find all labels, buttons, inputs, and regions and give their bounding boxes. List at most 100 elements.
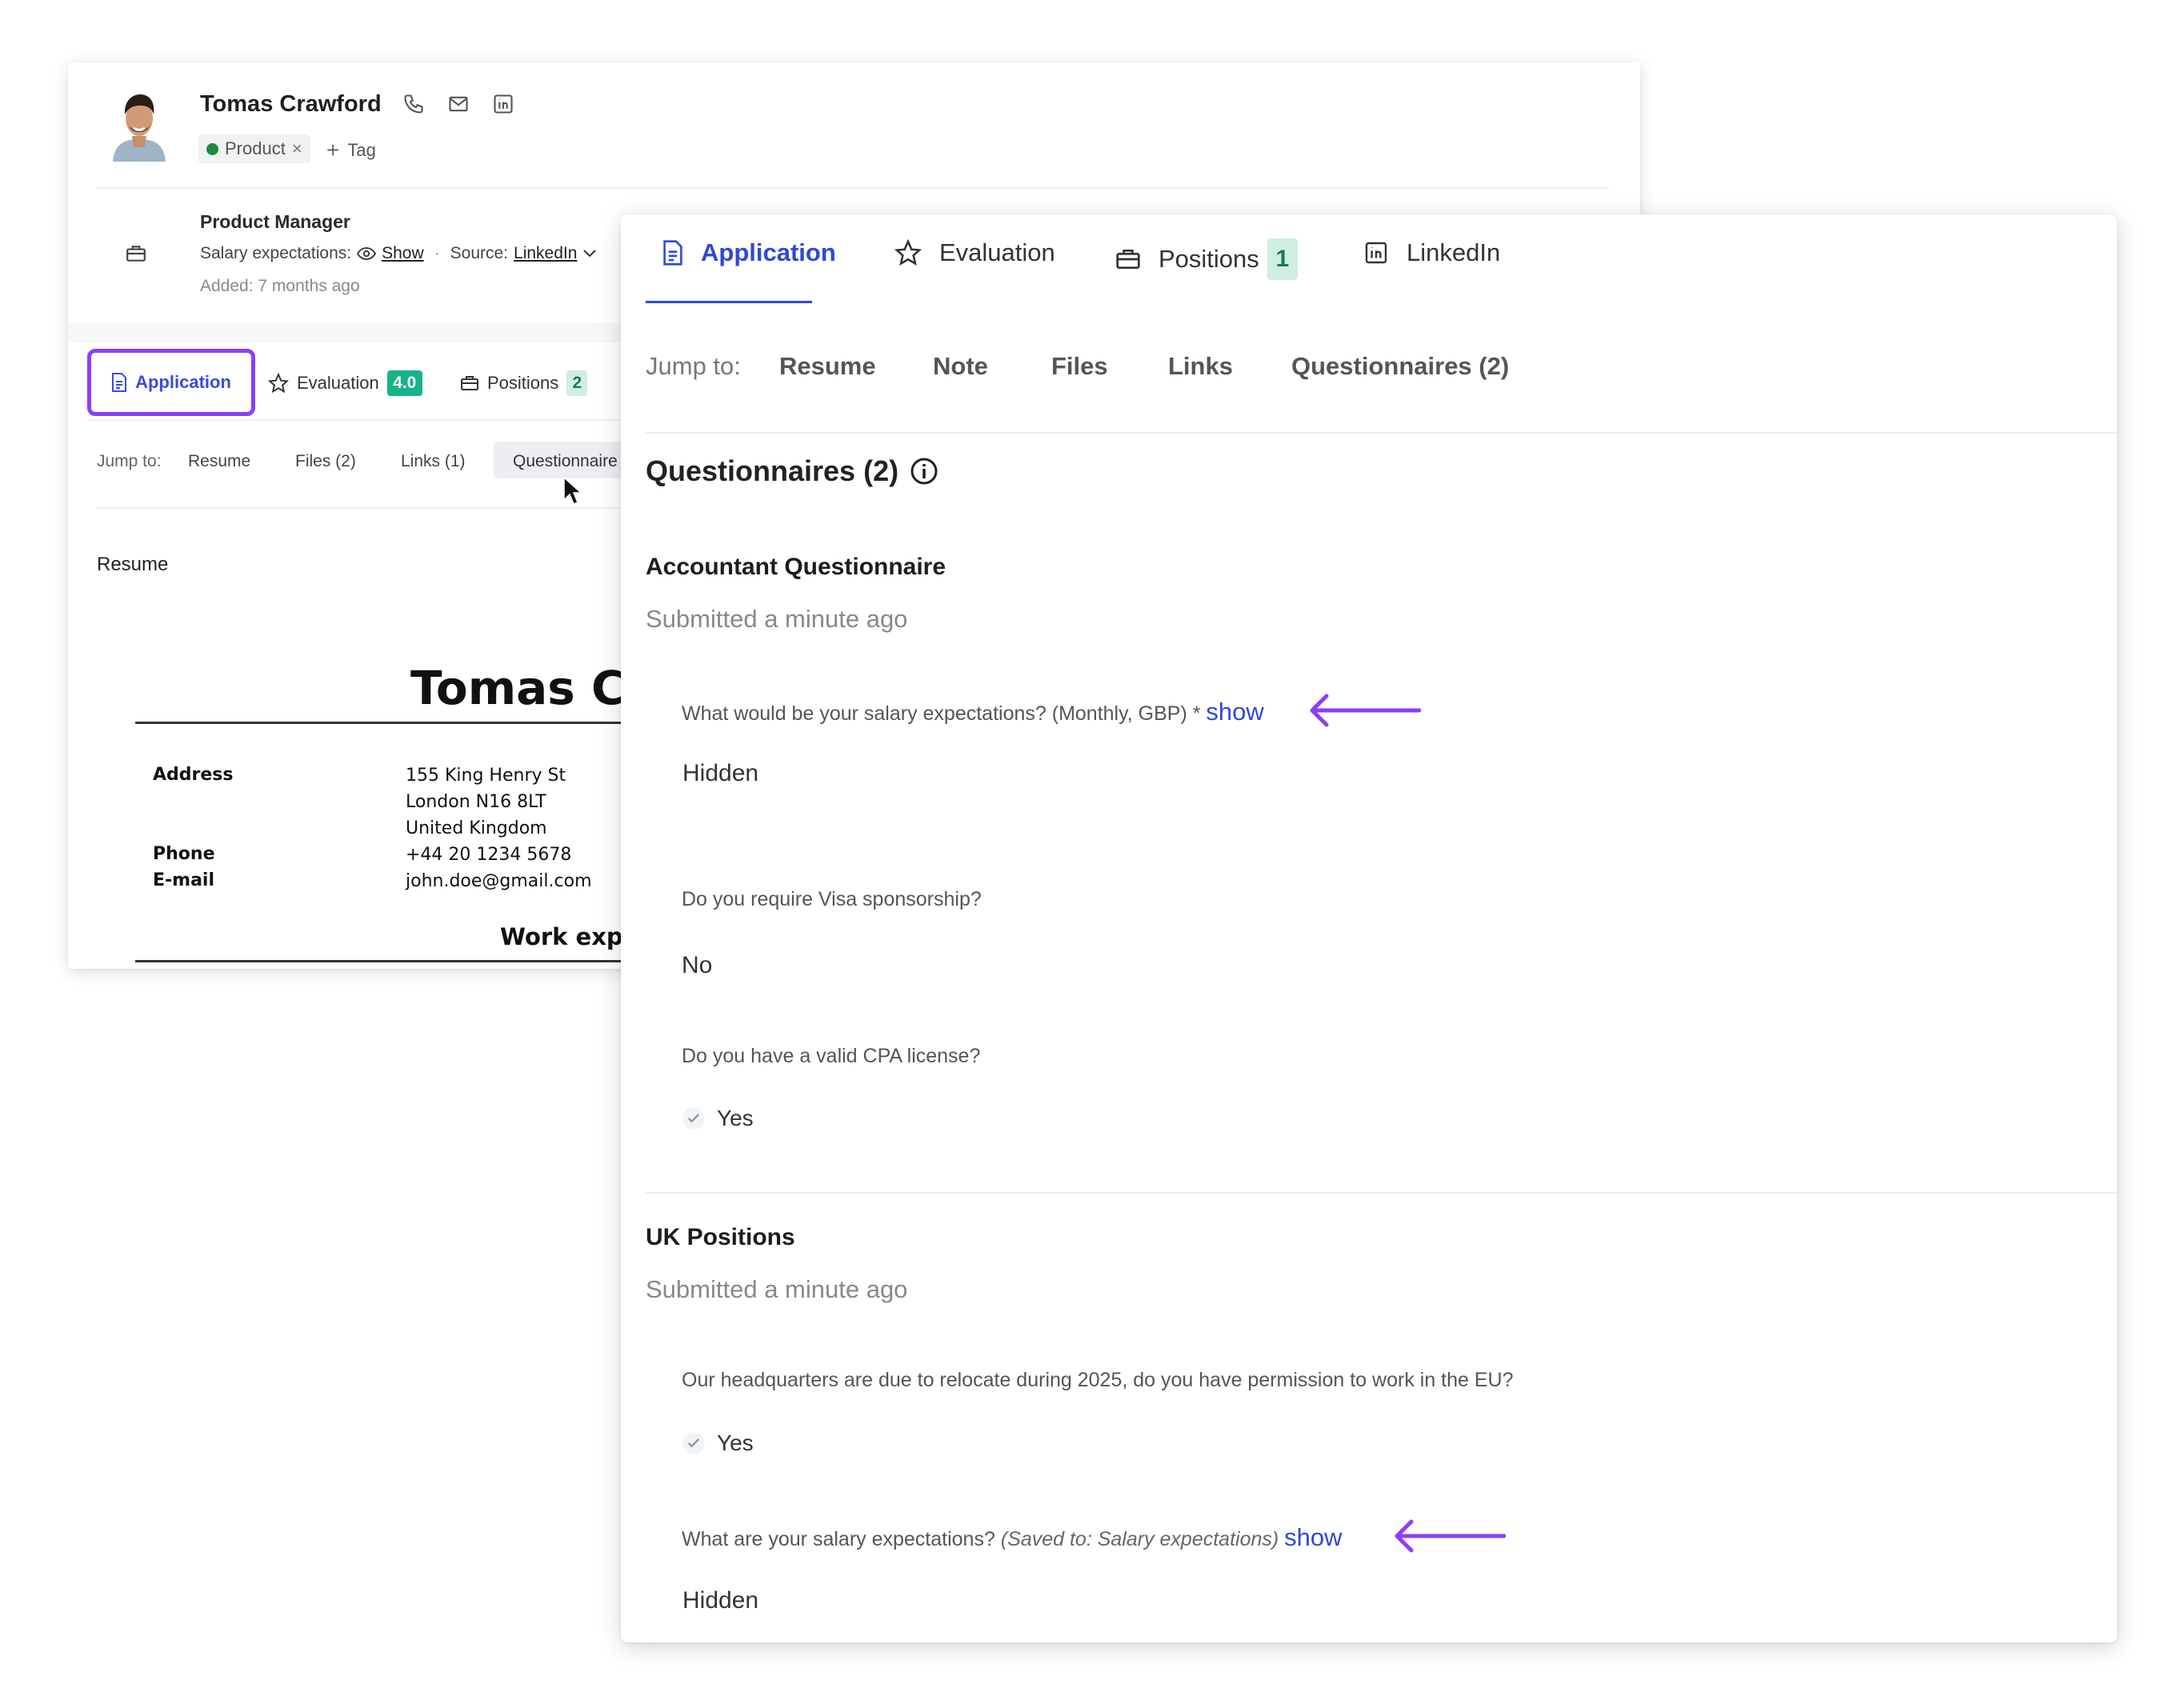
answer-eu-permission: Yes: [682, 1430, 754, 1456]
cv-address-line: 155 King Henry St: [406, 766, 566, 786]
tab-label: Application: [701, 238, 836, 266]
answer-salary-hidden: Hidden: [682, 760, 759, 786]
jump-links-link[interactable]: Links: [1168, 352, 1233, 381]
star-icon: [894, 239, 922, 266]
tab-label: LinkedIn: [1407, 238, 1501, 266]
active-tab-underline: [646, 301, 812, 303]
question-eu-permission: Our headquarters are due to relocate dur…: [682, 1369, 1514, 1391]
answer-salary-hidden: Hidden: [682, 1587, 759, 1614]
application-detail-card: Application Evaluation Positions 1 Linke…: [621, 214, 2117, 1642]
tab-application[interactable]: Application: [662, 238, 836, 267]
salary-show-link[interactable]: show: [1284, 1523, 1342, 1551]
answer-visa: No: [682, 952, 713, 978]
cv-candidate-name: Tomas Cr: [410, 661, 649, 715]
salary-show-link[interactable]: show: [1206, 698, 1263, 726]
arrow-left-icon: [1395, 1519, 1506, 1553]
divider: [97, 187, 1609, 189]
tab-label: Positions: [1159, 245, 1259, 273]
phone-icon[interactable]: [402, 93, 425, 115]
add-tag-label: Tag: [347, 140, 376, 160]
chevron-down-icon[interactable]: [582, 249, 597, 258]
jump-resume-link[interactable]: Resume: [188, 452, 250, 471]
eye-icon: [357, 247, 377, 260]
tab-label: Positions: [487, 373, 559, 393]
answer-text: Yes: [717, 1106, 754, 1130]
separator-dot: ·: [434, 244, 440, 262]
document-icon: [111, 373, 127, 392]
tag-chip-product[interactable]: Product ×: [198, 134, 310, 163]
cv-address-line: United Kingdom: [406, 818, 547, 838]
positions-count-badge: 2: [566, 370, 588, 396]
linkedin-icon: [1363, 240, 1389, 266]
accountant-questionnaire-title: Accountant Questionnaire: [646, 554, 946, 580]
cv-work-heading: Work expe: [500, 923, 639, 950]
info-icon[interactable]: [910, 457, 938, 486]
cv-address-line: London N16 8LT: [406, 792, 546, 812]
tab-label: Evaluation: [297, 373, 379, 393]
question-text: What are your salary expectations?: [682, 1528, 995, 1550]
source-link[interactable]: LinkedIn: [514, 244, 577, 263]
question-salary: What would be your salary expectations? …: [682, 698, 1264, 726]
uk-positions-title: UK Positions: [646, 1224, 795, 1250]
uk-submitted: Submitted a minute ago: [646, 1275, 908, 1303]
jump-questionnaires-link[interactable]: Questionnaires (2): [1291, 352, 1509, 381]
tab-label: Evaluation: [939, 238, 1055, 266]
check-icon: [682, 1431, 706, 1455]
add-tag-button[interactable]: + Tag: [326, 138, 376, 163]
jump-note-link[interactable]: Note: [933, 352, 988, 381]
questionnaires-title: Questionnaires (2): [646, 454, 899, 487]
tab-evaluation[interactable]: Evaluation 4.0: [268, 370, 422, 396]
source-label: Source:: [450, 244, 509, 262]
answer-text: Yes: [717, 1430, 754, 1455]
tab-application-highlighted[interactable]: Application: [87, 349, 255, 416]
cv-email: john.doe@gmail.com: [406, 871, 592, 891]
linkedin-icon[interactable]: [492, 93, 514, 115]
accountant-submitted: Submitted a minute ago: [646, 605, 908, 633]
check-icon: [682, 1106, 706, 1130]
divider: [646, 1192, 2117, 1194]
avatar: [110, 88, 169, 162]
tab-label: Application: [135, 372, 231, 392]
candidate-name: Tomas Crawford: [200, 91, 382, 117]
briefcase-icon: [1115, 247, 1141, 271]
divider: [646, 432, 2117, 434]
jump-to-label: Jump to:: [646, 352, 741, 380]
cv-phone-label: Phone: [153, 844, 215, 864]
arrow-left-icon: [1310, 694, 1421, 727]
tab-evaluation[interactable]: Evaluation: [894, 238, 1055, 267]
mail-icon[interactable]: [447, 93, 470, 115]
resume-heading: Resume: [97, 554, 169, 575]
jump-files-link[interactable]: Files (2): [295, 452, 356, 471]
jump-questionnaire-label: Questionnaire: [513, 452, 618, 470]
plus-icon: +: [326, 138, 340, 162]
questionnaires-heading: Questionnaires (2): [646, 454, 938, 488]
star-icon: [268, 373, 289, 394]
jump-links-link[interactable]: Links (1): [401, 452, 466, 471]
positions-count-badge: 1: [1267, 238, 1298, 280]
salary-label: Salary expectations:: [200, 244, 352, 262]
status-dot: [206, 142, 218, 155]
cv-address-label: Address: [153, 765, 234, 785]
added-date: Added: 7 months ago: [200, 277, 360, 295]
question-visa: Do you require Visa sponsorship?: [682, 888, 982, 910]
document-icon: [662, 240, 683, 266]
tab-linkedin[interactable]: LinkedIn: [1363, 238, 1500, 267]
cv-phone: +44 20 1234 5678: [406, 845, 572, 865]
question-text: What would be your salary expectations? …: [682, 702, 1201, 725]
tab-positions[interactable]: Positions 2: [460, 370, 588, 396]
candidate-role: Product Manager: [200, 211, 350, 232]
mouse-cursor-icon: [562, 476, 582, 506]
saved-to-note: (Saved to: Salary expectations): [1000, 1528, 1279, 1550]
cv-email-label: E-mail: [153, 870, 215, 890]
question-cpa: Do you have a valid CPA license?: [682, 1045, 981, 1067]
tab-positions[interactable]: Positions 1: [1115, 238, 1298, 280]
question-salary-saved: What are your salary expectations? (Save…: [682, 1523, 1343, 1552]
cv-address: 155 King Henry St London N16 8LT United …: [406, 762, 566, 842]
remove-tag-icon[interactable]: ×: [292, 138, 302, 159]
salary-source-row: Salary expectations: Show · Source: Link…: [200, 244, 597, 263]
tag-label: Product: [225, 138, 286, 158]
salary-show-link[interactable]: Show: [382, 244, 424, 263]
jump-files-link[interactable]: Files: [1051, 352, 1108, 381]
briefcase-icon: [126, 244, 146, 263]
jump-resume-link[interactable]: Resume: [779, 352, 876, 381]
